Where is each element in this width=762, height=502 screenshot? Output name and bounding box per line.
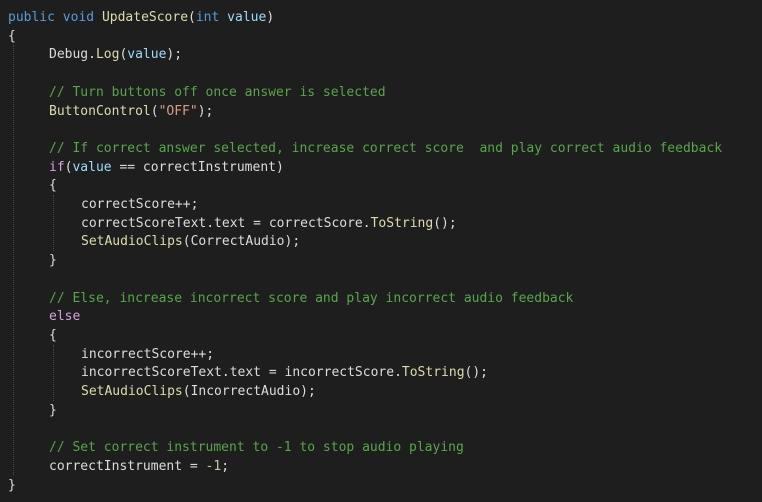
code-token: correctInstrument = — [49, 458, 206, 474]
code-token: SetAudioClips — [81, 234, 183, 250]
code-token: incorrectScore++; — [81, 346, 215, 362]
code-token: (IncorrectAudio); — [182, 384, 316, 399]
code-line[interactable]: ButtonControl("OFF"); — [49, 102, 213, 121]
code-token: ); — [197, 103, 214, 119]
code-token: UpdateScore — [101, 10, 189, 25]
code-token: int — [195, 10, 220, 25]
code-line[interactable]: else — [49, 307, 80, 326]
code-line[interactable]: correctInstrument = -1; — [49, 457, 229, 476]
code-token: value — [72, 159, 112, 175]
code-token: Debug. — [49, 47, 96, 63]
code-token: ); — [166, 47, 183, 63]
code-line[interactable]: SetAudioClips(CorrectAudio); — [81, 232, 300, 251]
code-line[interactable]: // If correct answer selected, increase … — [49, 139, 722, 158]
code-line[interactable]: correctScoreText.text = correctScore.ToS… — [81, 214, 457, 233]
code-token: incorrectScoreText.text = incorrectScore… — [81, 365, 402, 381]
code-token: ButtonControl — [49, 103, 151, 119]
code-line[interactable]: // Set correct instrument to -1 to stop … — [49, 438, 464, 457]
code-line[interactable]: { — [49, 176, 57, 195]
code-line[interactable]: public void UpdateScore(int value) — [8, 8, 274, 27]
code-token: Log — [95, 47, 120, 63]
code-token: ) — [266, 10, 275, 25]
code-token: ToString — [401, 365, 465, 381]
code-token: ; — [221, 458, 230, 474]
code-token: { — [49, 178, 57, 194]
code-token: // Turn buttons off once answer is selec… — [49, 84, 386, 100]
code-token: if — [49, 159, 65, 175]
code-token: void — [62, 10, 95, 25]
indent-guide — [13, 45, 14, 476]
code-line[interactable]: // Turn buttons off once answer is selec… — [49, 83, 386, 102]
code-token: (); — [433, 215, 457, 231]
code-line[interactable]: { — [49, 326, 57, 345]
code-token: ToString — [370, 215, 434, 231]
code-line[interactable]: } — [49, 251, 57, 270]
code-line[interactable]: incorrectScoreText.text = incorrectScore… — [81, 363, 488, 382]
code-line[interactable]: { — [8, 27, 16, 46]
code-token: SetAudioClips — [81, 384, 183, 399]
code-token: } — [49, 402, 57, 418]
code-token: (CorrectAudio); — [182, 234, 301, 250]
code-token: -1 — [205, 458, 222, 474]
code-token: // If correct answer selected, increase … — [49, 140, 723, 156]
code-token: } — [49, 253, 57, 269]
code-token: { — [49, 327, 57, 343]
code-line[interactable]: // Else, increase incorrect score and pl… — [49, 289, 573, 308]
code-line[interactable]: incorrectScore++; — [81, 345, 214, 364]
code-token: // Else, increase incorrect score and pl… — [49, 290, 574, 306]
code-token: ( — [150, 103, 159, 119]
code-line[interactable]: } — [49, 401, 57, 420]
code-token: { — [8, 28, 16, 44]
code-token: == correctInstrument) — [111, 159, 284, 175]
code-line[interactable]: SetAudioClips(IncorrectAudio); — [81, 382, 316, 401]
code-token: (); — [464, 365, 489, 381]
code-token: value — [127, 47, 167, 63]
code-token: correctScoreText.text = correctScore. — [81, 215, 371, 231]
code-line[interactable]: if(value == correctInstrument) — [49, 158, 284, 177]
code-line[interactable]: correctScore++; — [81, 195, 198, 214]
code-token: "OFF" — [158, 103, 198, 119]
code-token: value — [227, 10, 267, 25]
code-editor[interactable]: public void UpdateScore(int value){Debug… — [0, 0, 762, 502]
indent-guide — [53, 344, 54, 401]
code-line[interactable]: } — [8, 476, 16, 495]
code-token: // Set correct instrument to -1 to stop … — [49, 440, 464, 456]
indent-guide — [53, 195, 54, 252]
code-token: public — [8, 10, 55, 25]
code-token: correctScore++; — [81, 197, 199, 212]
code-line[interactable]: Debug.Log(value); — [49, 45, 182, 64]
code-token: else — [49, 309, 81, 325]
code-token: ( — [188, 10, 196, 25]
code-token: } — [8, 477, 16, 493]
